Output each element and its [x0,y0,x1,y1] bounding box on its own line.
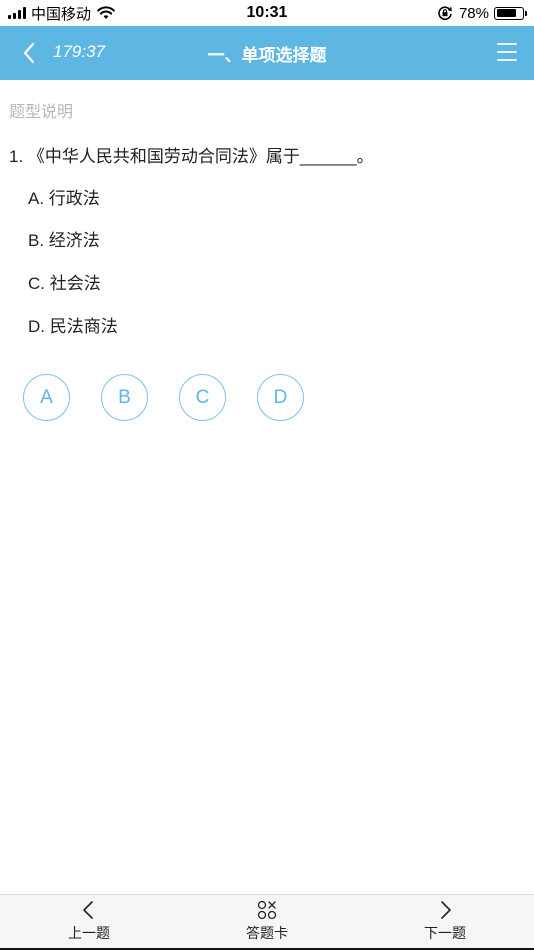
battery-fill [496,9,516,17]
status-bar: 中国移动 10:31 78% [0,0,534,26]
answer-card-icon [257,900,277,920]
countdown-timer: 179:37 [53,42,105,61]
option-d[interactable]: D. 民法商法 [28,312,118,337]
question-type-note[interactable]: 题型说明 [9,98,73,122]
next-question-button[interactable]: 下一题 [400,899,490,943]
answer-button-d[interactable]: D [257,374,304,421]
battery-percent: 78% [458,4,489,22]
prev-question-button[interactable]: 上一题 [44,899,134,943]
chevron-left-icon [83,901,93,919]
answer-button-a[interactable]: A [23,374,70,421]
option-b[interactable]: B. 经济法 [28,226,100,251]
option-a[interactable]: A. 行政法 [28,184,100,209]
back-button[interactable] [14,37,44,69]
answer-card-button[interactable]: 答题卡 [222,899,312,943]
chevron-left-icon [23,42,35,64]
rotation-lock-icon [438,6,452,20]
answer-button-c[interactable]: C [179,374,226,421]
battery-icon [494,6,527,20]
hamburger-menu-icon[interactable] [496,41,518,63]
bottom-toolbar: 上一题 答题卡 下一题 [0,894,534,950]
answer-choice-row: A B C D [23,374,304,421]
answer-button-b[interactable]: B [101,374,148,421]
status-right: 78% [437,4,527,22]
prev-question-label: 上一题 [68,925,110,941]
nav-bar: 179:37 一、单项选择题 [0,26,534,80]
chevron-right-icon [441,901,451,919]
question-text: 1. 《中华人民共和国劳动合同法》属于______。 [9,147,374,166]
next-question-label: 下一题 [424,925,466,941]
answer-card-label: 答题卡 [246,925,288,941]
option-c[interactable]: C. 社会法 [28,269,101,294]
